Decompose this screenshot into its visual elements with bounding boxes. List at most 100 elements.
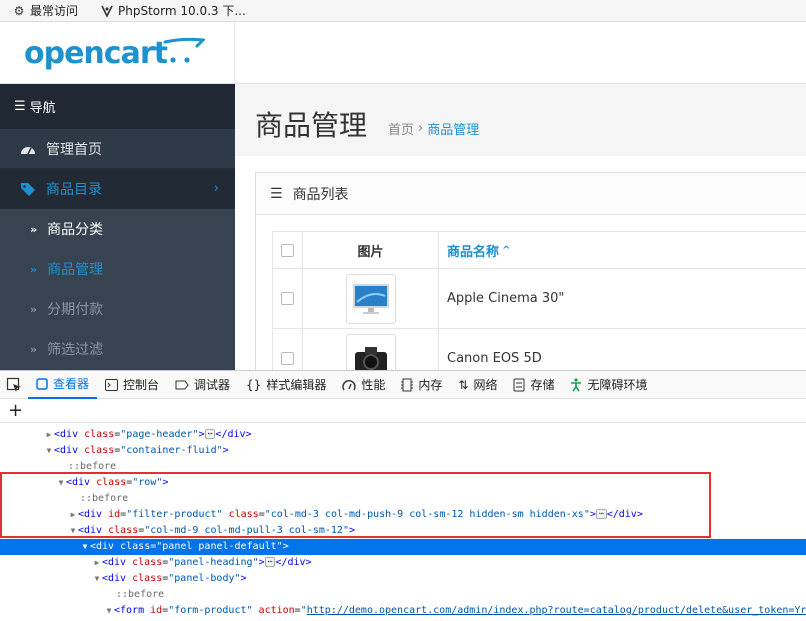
sidebar-item-catalog[interactable]: 商品目录 › (0, 169, 235, 209)
tab-memory[interactable]: 内存 (393, 371, 450, 399)
breadcrumb-home[interactable]: 首页 (388, 119, 414, 138)
collapse-arrow-icon[interactable]: ▼ (56, 475, 66, 491)
tab-label: 调试器 (194, 378, 231, 392)
dom-node[interactable]: ▼ <div class="row"> (0, 475, 806, 491)
storage-icon (513, 378, 525, 391)
breadcrumb-current[interactable]: 商品管理 (427, 119, 479, 138)
dashboard-icon (21, 146, 35, 154)
menu-icon: ☰ (14, 99, 26, 114)
collapse-arrow-icon[interactable]: ▼ (92, 571, 102, 587)
collapse-arrow-icon[interactable]: ▼ (80, 539, 90, 555)
bookmark-most-visited[interactable]: ⚙ 最常访问 (12, 2, 78, 19)
ellipsis-badge[interactable]: ⋯ (595, 509, 607, 519)
expand-arrow-icon[interactable]: ▶ (68, 507, 78, 523)
camera-image (354, 346, 387, 370)
sidebar-subitem-recurring[interactable]: » 分期付款 (0, 289, 235, 329)
sidebar-subitem-category[interactable]: » 商品分类 (0, 209, 235, 249)
dom-node[interactable]: ▼ <div class="container-fluid"> (0, 443, 806, 459)
accessibility-icon (571, 377, 582, 391)
sidebar-item-label: 商品目录 (46, 181, 102, 198)
element-picker-icon (6, 377, 21, 392)
column-header-name[interactable]: 商品名称 ^ (438, 232, 806, 268)
panel-heading: ☰ 商品列表 (256, 173, 806, 215)
list-icon: ☰ (270, 185, 283, 202)
row-select-cell (272, 269, 302, 328)
phpstorm-icon (100, 4, 114, 18)
product-thumbnail[interactable] (345, 273, 396, 324)
dom-node[interactable]: ▼ <div class="col-md-9 col-md-pull-3 col-… (0, 523, 806, 539)
dom-node[interactable]: ▶ <div class="page-header"> ⋯ </div> (0, 427, 806, 443)
tab-accessibility[interactable]: 无障碍环境 (562, 371, 655, 399)
expand-arrow-icon[interactable]: ▶ (44, 427, 54, 443)
logo-area[interactable]: opencart (0, 22, 235, 84)
collapse-arrow-icon[interactable]: ▼ (44, 443, 54, 459)
dom-pseudo-element[interactable]: ::before (0, 491, 806, 507)
double-chevron-icon: » (30, 222, 38, 236)
add-node-button[interactable]: + (0, 399, 806, 423)
select-all-cell (272, 232, 302, 268)
form-action-link[interactable]: http://demo.opencart.com/admin/index.php… (307, 605, 806, 616)
sidebar-subitem-label: 商品管理 (47, 262, 104, 278)
app-header: opencart (0, 22, 806, 84)
logo[interactable]: opencart (24, 36, 168, 71)
plus-icon: + (8, 400, 24, 421)
sidebar-item-dashboard[interactable]: 管理首页 (0, 129, 235, 169)
bookmark-label: PhpStorm 10.0.3 下... (118, 4, 246, 18)
dom-node[interactable]: ▶ <div class="panel-heading"> ⋯ </div> (0, 555, 806, 571)
sort-asc-icon: ^ (502, 244, 511, 256)
tab-storage[interactable]: 存储 (505, 371, 562, 399)
page-title: 商品管理 (255, 109, 368, 142)
product-thumbnail[interactable] (345, 333, 396, 370)
devtools-panel: 查看器 控制台 调试器 {} 样式编辑器 性能 内存 ⇅ 网络 存储 无障碍环境… (0, 370, 806, 621)
sidebar-subitem-label: 筛选过滤 (47, 342, 104, 358)
dom-node[interactable]: ▼ <form id="form-product" action="http://… (0, 603, 806, 619)
sidebar-subitem-label: 分期付款 (47, 302, 104, 318)
collapse-arrow-icon[interactable]: ▼ (68, 523, 78, 539)
tab-performance[interactable]: 性能 (334, 371, 393, 399)
product-name: Apple Cinema 30" (438, 269, 806, 328)
ellipsis-badge[interactable]: ⋯ (264, 557, 276, 567)
sidebar-nav: ☰ 导航 管理首页 商品目录 › » 商品分类 » 商品管理 » 分期付款 » … (0, 84, 235, 370)
tab-label: 无障碍环境 (587, 378, 648, 392)
ellipsis-badge[interactable]: ⋯ (204, 429, 216, 439)
memory-icon (401, 378, 414, 391)
dom-node-selected[interactable]: ▼ <div class="panel panel-default"> (0, 539, 806, 555)
tag-icon (21, 182, 35, 196)
element-picker-button[interactable] (0, 371, 28, 399)
gear-icon: ⚙ (13, 3, 25, 18)
dom-node[interactable]: ▼ <div class="panel-body"> (0, 571, 806, 587)
nav-title: ☰ 导航 (0, 84, 235, 129)
dom-node[interactable]: ▶ <div id="filter-product" class="col-md-… (0, 507, 806, 523)
bookmark-phpstorm[interactable]: PhpStorm 10.0.3 下... (100, 2, 246, 19)
collapse-arrow-icon[interactable]: ▼ (104, 603, 114, 619)
performance-icon (342, 379, 357, 390)
tab-console[interactable]: 控制台 (97, 371, 167, 399)
tab-style-editor[interactable]: {} 样式编辑器 (238, 371, 334, 399)
table-row: Canon EOS 5D (272, 329, 806, 370)
dom-pseudo-element[interactable]: ::before (0, 587, 806, 603)
tab-network[interactable]: ⇅ 网络 (450, 371, 505, 399)
table-header-row: 图片 商品名称 ^ (272, 231, 806, 269)
tab-inspector[interactable]: 查看器 (28, 371, 98, 399)
product-table: 图片 商品名称 ^ Apple Cinema 30" Canon EOS 5D (272, 231, 806, 370)
sidebar-subitem-products[interactable]: » 商品管理 (0, 249, 235, 289)
tab-label: 存储 (530, 378, 555, 392)
sidebar-subitem-filters[interactable]: » 筛选过滤 (0, 329, 235, 369)
expand-arrow-icon[interactable]: ▶ (92, 555, 102, 571)
monitor-image (352, 283, 389, 314)
double-chevron-icon: » (30, 302, 38, 316)
dom-pseudo-element[interactable]: ::before (0, 459, 806, 475)
nav-title-label: 导航 (29, 101, 56, 116)
row-checkbox[interactable] (281, 352, 294, 365)
tab-label: 样式编辑器 (266, 378, 327, 392)
select-all-checkbox[interactable] (281, 243, 294, 257)
product-image-cell (302, 329, 438, 370)
double-chevron-icon: » (30, 342, 38, 356)
bookmark-label: 最常访问 (30, 4, 79, 18)
row-checkbox[interactable] (281, 292, 294, 305)
panel-heading-label: 商品列表 (292, 186, 349, 203)
sidebar-item-label: 管理首页 (46, 141, 102, 158)
tab-debugger[interactable]: 调试器 (167, 371, 238, 399)
product-list-panel: ☰ 商品列表 图片 商品名称 ^ Apple Cinema 30" Canon … (255, 172, 806, 370)
devtools-toolbar: 查看器 控制台 调试器 {} 样式编辑器 性能 内存 ⇅ 网络 存储 无障碍环境 (0, 371, 806, 399)
